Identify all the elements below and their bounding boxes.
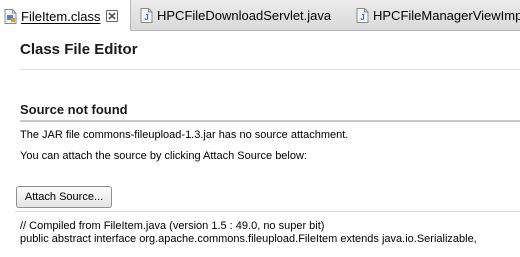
- svg-text:J: J: [144, 13, 148, 22]
- java-file-icon: J: [356, 8, 369, 23]
- attach-instructions: You can attach the source by clicking At…: [20, 150, 307, 162]
- no-source-message: The JAR file commons-fileupload-1.3.jar …: [20, 129, 349, 141]
- tab-label: HPCFileDownloadServlet.java: [157, 8, 332, 23]
- tab-fileitem-class[interactable]: FileItem.class: [0, 0, 131, 32]
- java-file-icon: J: [140, 8, 153, 23]
- close-icon[interactable]: [105, 9, 119, 23]
- tab-label: FileItem.class: [21, 8, 101, 24]
- class-file-editor: Class File Editor Source not found The J…: [0, 31, 520, 257]
- attach-source-button[interactable]: Attach Source...: [16, 186, 112, 208]
- title-divider: [20, 69, 520, 70]
- eclipse-editor-window: FileItem.class J HPCFileDownloadServlet.…: [0, 0, 520, 257]
- editor-tab-bar: FileItem.class J HPCFileDownloadServlet.…: [0, 0, 520, 32]
- page-title: Class File Editor: [20, 41, 138, 58]
- svg-text:J: J: [360, 13, 364, 22]
- source-not-found-heading: Source not found: [20, 102, 128, 117]
- tab-hpcfilemanagerviewimp[interactable]: J HPCFileManagerViewImp: [356, 0, 520, 31]
- tab-label: HPCFileManagerViewImp: [373, 8, 520, 23]
- tab-hpcfiledownloadservlet-java[interactable]: J HPCFileDownloadServlet.java: [140, 0, 331, 31]
- code-comment-line[interactable]: // Compiled from FileItem.java (version …: [20, 220, 324, 232]
- code-declaration-line[interactable]: public abstract interface org.apache.com…: [20, 233, 477, 245]
- class-file-icon: [4, 8, 17, 24]
- code-divider: [15, 211, 520, 212]
- section-divider: [20, 120, 520, 122]
